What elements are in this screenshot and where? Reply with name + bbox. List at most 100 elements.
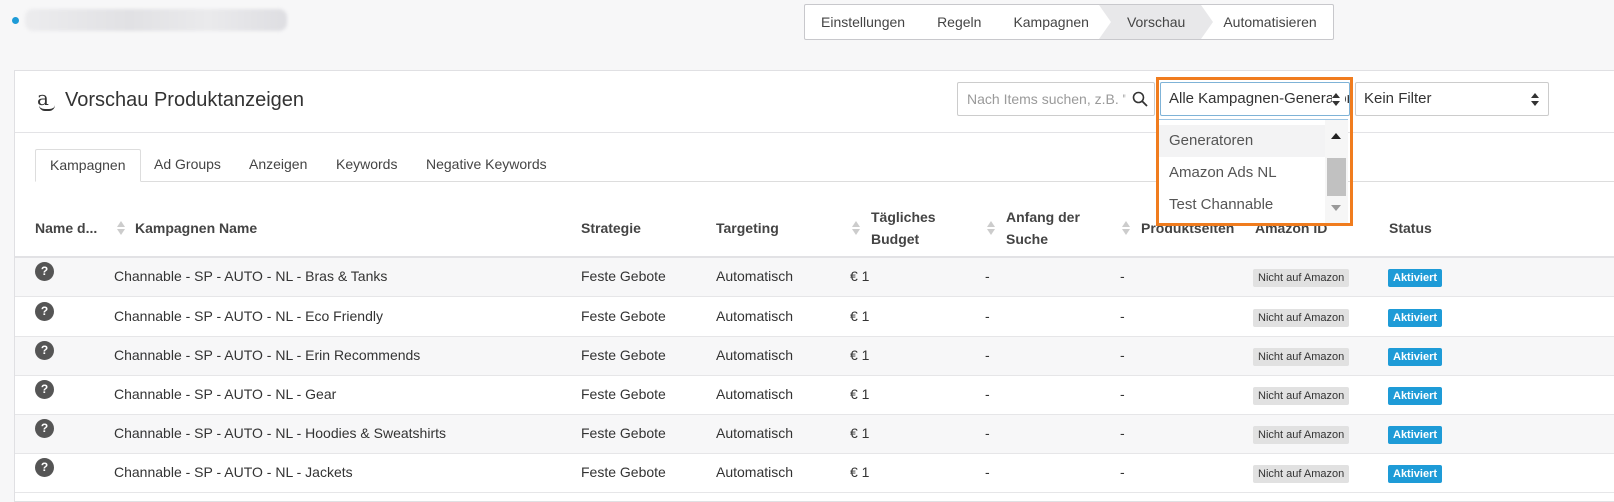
- col-campaign-name[interactable]: Kampagnen Name: [135, 217, 257, 239]
- status-badge: Aktiviert: [1388, 269, 1443, 287]
- tab-bar: Kampagnen Ad Groups Anzeigen Keywords Ne…: [35, 149, 1614, 182]
- blurred-project-name: [25, 9, 287, 31]
- strategy: Feste Gebote: [581, 386, 666, 402]
- campaign-name: Channable - SP - AUTO - NL - Bras & Tank…: [114, 268, 388, 284]
- campaign-name: Channable - SP - AUTO - NL - Jackets: [114, 464, 353, 480]
- filter-select[interactable]: Kein Filter: [1355, 82, 1549, 116]
- dropdown-option[interactable]: Amazon Ads NL: [1159, 157, 1331, 189]
- generator-dropdown: Generatoren Amazon Ads NL Test Channable: [1159, 119, 1348, 226]
- budget: € 1: [850, 347, 870, 363]
- budget: € 1: [850, 464, 870, 480]
- generator-select[interactable]: Alle Kampagnen-Generatoren: [1160, 82, 1350, 116]
- table-row[interactable]: ? Channable - SP - AUTO - NL - Bras & Ta…: [15, 258, 1614, 297]
- search-input[interactable]: [958, 83, 1126, 115]
- table-body: ? Channable - SP - AUTO - NL - Bras & Ta…: [15, 258, 1614, 502]
- amazon-id-badge: Nicht auf Amazon: [1253, 269, 1350, 287]
- targeting: Automatisch: [716, 464, 794, 480]
- dropdown-scrollbar[interactable]: [1325, 120, 1348, 226]
- amazon-icon: a: [37, 87, 57, 111]
- status-badge: Aktiviert: [1388, 465, 1443, 483]
- col-start-line1: Anfang der: [1006, 209, 1080, 225]
- amazon-id-badge: Nicht auf Amazon: [1253, 309, 1350, 327]
- amazon-id-badge: Nicht auf Amazon: [1253, 387, 1350, 405]
- filter-select-value: Kein Filter: [1364, 90, 1432, 107]
- start: -: [985, 347, 990, 363]
- col-status[interactable]: Status: [1389, 217, 1432, 239]
- status-badge: Aktiviert: [1388, 426, 1443, 444]
- wizard-steps: Einstellungen Regeln Kampagnen Vorschau …: [804, 4, 1334, 40]
- budget: € 1: [850, 386, 870, 402]
- product-pages: -: [1120, 425, 1125, 441]
- question-icon[interactable]: ?: [35, 458, 54, 477]
- status-badge: Aktiviert: [1388, 309, 1443, 327]
- amazon-id-badge: Nicht auf Amazon: [1253, 465, 1350, 483]
- generator-select-value: Alle Kampagnen-Generatoren: [1169, 90, 1350, 107]
- tab-kampagnen[interactable]: Kampagnen: [35, 149, 141, 182]
- search-box: [957, 82, 1155, 116]
- strategy: Feste Gebote: [581, 347, 666, 363]
- table-row[interactable]: ? Channable - SP - AUTO - NL - Gear Fest…: [15, 376, 1614, 415]
- table-row[interactable]: ? Channable - SP - AUTO - NL - Jackets F…: [15, 454, 1614, 493]
- col-name[interactable]: Name d...: [35, 217, 97, 239]
- question-icon[interactable]: ?: [35, 341, 54, 360]
- start: -: [985, 268, 990, 284]
- amazon-id-badge: Nicht auf Amazon: [1253, 348, 1350, 366]
- page-title: Vorschau Produktanzeigen: [65, 89, 305, 111]
- sort-icon[interactable]: [987, 221, 996, 235]
- scroll-thumb[interactable]: [1327, 158, 1346, 196]
- scroll-up-icon[interactable]: [1331, 133, 1341, 139]
- product-pages: -: [1120, 268, 1125, 284]
- status-badge: Aktiviert: [1388, 387, 1443, 405]
- strategy: Feste Gebote: [581, 425, 666, 441]
- targeting: Automatisch: [716, 386, 794, 402]
- strategy: Feste Gebote: [581, 308, 666, 324]
- dropdown-option[interactable]: Generatoren: [1159, 125, 1331, 157]
- top-bar: Einstellungen Regeln Kampagnen Vorschau …: [0, 0, 1614, 48]
- budget: € 1: [850, 308, 870, 324]
- col-budget[interactable]: Tägliches Budget: [871, 206, 936, 250]
- start: -: [985, 464, 990, 480]
- strategy: Feste Gebote: [581, 464, 666, 480]
- question-icon[interactable]: ?: [35, 419, 54, 438]
- start: -: [985, 386, 990, 402]
- strategy: Feste Gebote: [581, 268, 666, 284]
- status-badge: Aktiviert: [1388, 348, 1443, 366]
- status-dot-icon: [12, 17, 19, 24]
- col-strategy[interactable]: Strategie: [581, 217, 641, 239]
- sort-icon[interactable]: [852, 221, 861, 235]
- table-row[interactable]: ? Channable - SP - AUTO - NL - Eco Frien…: [15, 298, 1614, 337]
- scroll-down-icon[interactable]: [1331, 205, 1341, 211]
- step-vorschau[interactable]: Vorschau: [1110, 5, 1214, 39]
- select-arrows-icon: [1531, 93, 1540, 107]
- col-targeting[interactable]: Targeting: [716, 217, 779, 239]
- step-automatisieren[interactable]: Automatisieren: [1201, 5, 1332, 39]
- targeting: Automatisch: [716, 425, 794, 441]
- sort-icon[interactable]: [117, 221, 126, 235]
- campaign-name: Channable - SP - AUTO - NL - Erin Recomm…: [114, 347, 421, 363]
- step-einstellungen[interactable]: Einstellungen: [805, 5, 921, 39]
- select-arrows-icon: [1332, 93, 1345, 107]
- sort-icon[interactable]: [1122, 221, 1131, 235]
- product-pages: -: [1120, 308, 1125, 324]
- tab-negative-keywords[interactable]: Negative Keywords: [426, 149, 547, 182]
- tab-anzeigen[interactable]: Anzeigen: [249, 149, 307, 182]
- col-budget-line1: Tägliches: [871, 209, 936, 225]
- col-budget-line2: Budget: [871, 231, 920, 247]
- question-icon[interactable]: ?: [35, 302, 54, 321]
- col-start[interactable]: Anfang der Suche: [1006, 206, 1080, 250]
- dropdown-option[interactable]: Test Channable: [1159, 189, 1331, 221]
- campaign-name: Channable - SP - AUTO - NL - Gear: [114, 386, 337, 402]
- table-row[interactable]: ? Channable - SP - AUTO - NL - Erin Reco…: [15, 337, 1614, 376]
- budget: € 1: [850, 425, 870, 441]
- step-regeln[interactable]: Regeln: [921, 5, 997, 39]
- start: -: [985, 425, 990, 441]
- question-icon[interactable]: ?: [35, 262, 54, 281]
- search-icon[interactable]: [1132, 91, 1148, 107]
- start: -: [985, 308, 990, 324]
- tab-ad-groups[interactable]: Ad Groups: [154, 149, 221, 182]
- question-icon[interactable]: ?: [35, 380, 54, 399]
- table-row[interactable]: ? Channable - SP - AUTO - NL - Hoodies &…: [15, 415, 1614, 454]
- step-kampagnen[interactable]: Kampagnen: [997, 5, 1111, 39]
- tab-keywords[interactable]: Keywords: [336, 149, 397, 182]
- campaign-name: Channable - SP - AUTO - NL - Hoodies & S…: [114, 425, 446, 441]
